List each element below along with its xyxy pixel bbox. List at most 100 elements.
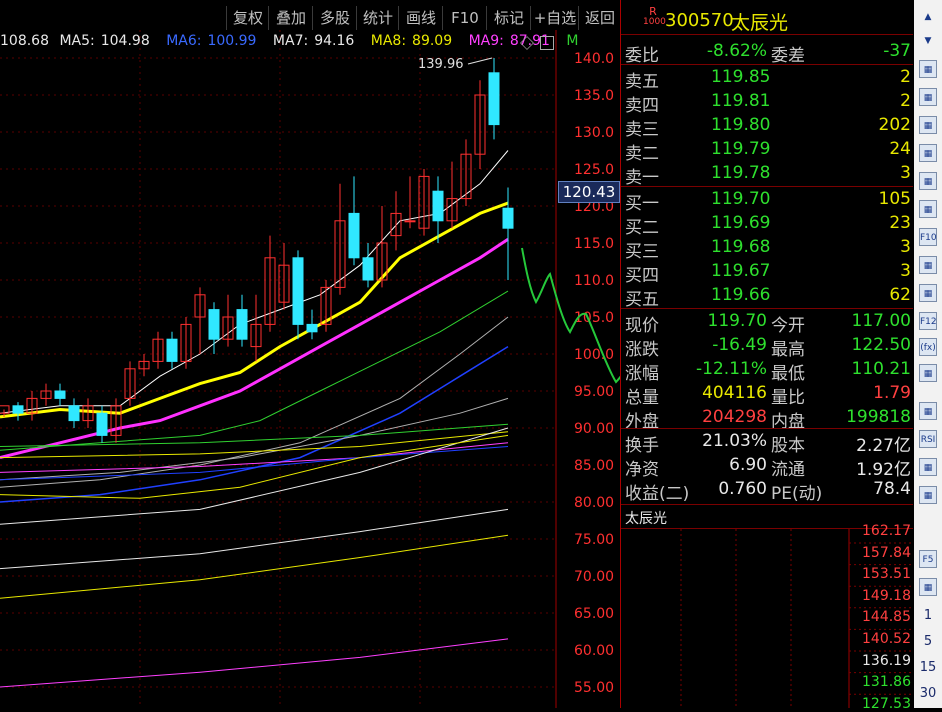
fund-row: 收益(二) 0.760 PE(动) 78.4 [621, 478, 913, 504]
toolbar-multi-stock-button[interactable]: 多股 [312, 6, 357, 30]
ma-line [0, 427, 509, 525]
volume-icon[interactable]: ▦ [919, 402, 937, 420]
price-axis-label: 105.0 [574, 310, 614, 326]
fx-icon[interactable]: (fx) [919, 338, 937, 356]
candle-icon[interactable]: ▦ [919, 172, 937, 190]
price-axis-label: 90.00 [574, 421, 614, 437]
price-axis-label: 100.0 [574, 347, 614, 363]
ma5-label: MA5: [59, 33, 95, 49]
ma5-value: 104.98 [100, 33, 150, 49]
candle-body [502, 207, 514, 229]
fund-value: 1.92亿 [856, 460, 911, 480]
ask-price: 119.85 [711, 67, 771, 87]
stat-label: 涨跌 [625, 340, 659, 360]
ma9-label: MA9: [468, 33, 504, 49]
current-price-tag: 120.43 [558, 181, 620, 203]
stat-value: 199818 [846, 407, 911, 427]
f12-icon[interactable]: F12 [919, 312, 937, 330]
line-chart-icon[interactable]: ▦ [919, 144, 937, 162]
bid-row: 买二 119.69 23 [621, 212, 913, 238]
stat-label: 涨幅 [625, 364, 659, 384]
detail-icon[interactable]: ▦ [919, 256, 937, 274]
news-icon[interactable]: ▦ [919, 284, 937, 302]
table-icon[interactable]: ▦ [919, 200, 937, 218]
chart-toolbar: 复权 叠加 多股 统计 画线 F10 标记 +自选 返回 [0, 6, 620, 30]
stat-row: 外盘 204298 内盘 199818 [621, 406, 913, 432]
price-axis-label: 140.0 [574, 51, 614, 67]
mini-price-label: 127.53 [862, 695, 911, 712]
ask-row: 卖五 119.85 2 [621, 66, 913, 92]
ask-label: 卖五 [625, 72, 659, 92]
weibi-value: -8.62% [706, 41, 767, 61]
chevron-down-icon[interactable]: ▼ [919, 32, 937, 50]
bid-label: 买二 [625, 218, 659, 238]
bid-label: 买三 [625, 242, 659, 262]
window-toggle-icon[interactable] [540, 36, 554, 50]
stock-code: 300570 [665, 10, 734, 31]
ma7-value: 94.16 [314, 33, 355, 49]
period-30-button[interactable]: 30 [914, 686, 942, 701]
ma-line [0, 316, 509, 488]
price-axis-label: 60.00 [574, 643, 614, 659]
quote-panel: R 1000 300570 太辰光 委比 -8.62% 委差 -37 卖五 119… [620, 0, 915, 712]
ask-row: 卖二 119.79 24 [621, 138, 913, 164]
bid-price: 119.67 [711, 261, 771, 281]
stock-badge: R 1000 [643, 5, 666, 30]
k-line-icon[interactable]: ▦ [919, 116, 937, 134]
list-icon[interactable]: ▦ [919, 60, 937, 78]
cycle-icon[interactable]: ▦ [919, 578, 937, 596]
bid-row: 买四 119.67 3 [621, 260, 913, 286]
candle-body [404, 220, 416, 223]
toolbar-add-watchlist-button[interactable]: +自选 [530, 6, 579, 30]
bid-label: 买一 [625, 194, 659, 214]
fund-label: 流通 [771, 460, 805, 480]
k-line-chart[interactable]: 140.0135.0130.0125.0120.0115.0110.0105.0… [0, 30, 620, 708]
refresh-icon[interactable]: ▦ [919, 364, 937, 382]
candle-body [306, 323, 318, 333]
mini-price-label: 140.52 [862, 631, 911, 647]
ask-row: 卖三 119.80 202 [621, 114, 913, 140]
candle-body [68, 405, 80, 422]
period-1-button[interactable]: 1 [914, 608, 942, 623]
weibi-label: 委比 [625, 46, 659, 66]
stat-value: 119.70 [707, 311, 767, 331]
toolbar-f10-button[interactable]: F10 [442, 6, 487, 30]
price-axis-label: 135.0 [574, 88, 614, 104]
stat-row: 涨跌 -16.49 最高 122.50 [621, 334, 913, 360]
ma-line [0, 345, 509, 503]
fund-value: 21.03% [702, 431, 767, 451]
badge-top: R [649, 5, 657, 18]
stat-value: 117.00 [851, 311, 911, 331]
f10-icon[interactable]: F10 [919, 228, 937, 246]
ma-line [0, 534, 509, 599]
f5-icon[interactable]: F5 [919, 550, 937, 568]
toolbar-draw-button[interactable]: 画线 [398, 6, 443, 30]
chevron-up-icon[interactable]: ▲ [919, 8, 937, 26]
period-15-button[interactable]: 15 [914, 660, 942, 675]
fund-label: 换手 [625, 436, 659, 456]
stat-value: 110.21 [851, 359, 911, 379]
bar-chart-icon[interactable]: ▦ [919, 88, 937, 106]
ma-line [0, 238, 509, 460]
price-axis-label: 70.00 [574, 569, 614, 585]
stat-value: 122.50 [851, 335, 911, 355]
price-axis-label: 95.00 [574, 384, 614, 400]
toolbar-stats-button[interactable]: 统计 [356, 6, 399, 30]
toolbar-overlay-button[interactable]: 叠加 [268, 6, 313, 30]
toolbar-back-button[interactable]: 返回 [578, 6, 621, 30]
ask-price: 119.80 [711, 115, 771, 135]
bid-volume: 3 [900, 237, 911, 257]
ma-first-value: 108.68 [0, 33, 49, 49]
ma-legend: 108.68 MA5: 104.98 MA6: 100.99 MA7: 94.16 M… [0, 33, 579, 55]
stat-label: 今开 [771, 316, 805, 336]
rsi-icon[interactable]: RSI [919, 430, 937, 448]
tools-icon[interactable]: ▦ [919, 486, 937, 504]
candle-body [348, 212, 360, 259]
toolbar-mark-button[interactable]: 标记 [486, 6, 531, 30]
macd-icon[interactable]: ▦ [919, 458, 937, 476]
toolbar-fuquan-button[interactable]: 复权 [226, 6, 269, 30]
stat-row: 涨幅 -12.11% 最低 110.21 [621, 358, 913, 384]
bid-row: 买五 119.66 62 [621, 284, 913, 310]
period-5-button[interactable]: 5 [914, 634, 942, 649]
stat-label: 最低 [771, 364, 805, 384]
